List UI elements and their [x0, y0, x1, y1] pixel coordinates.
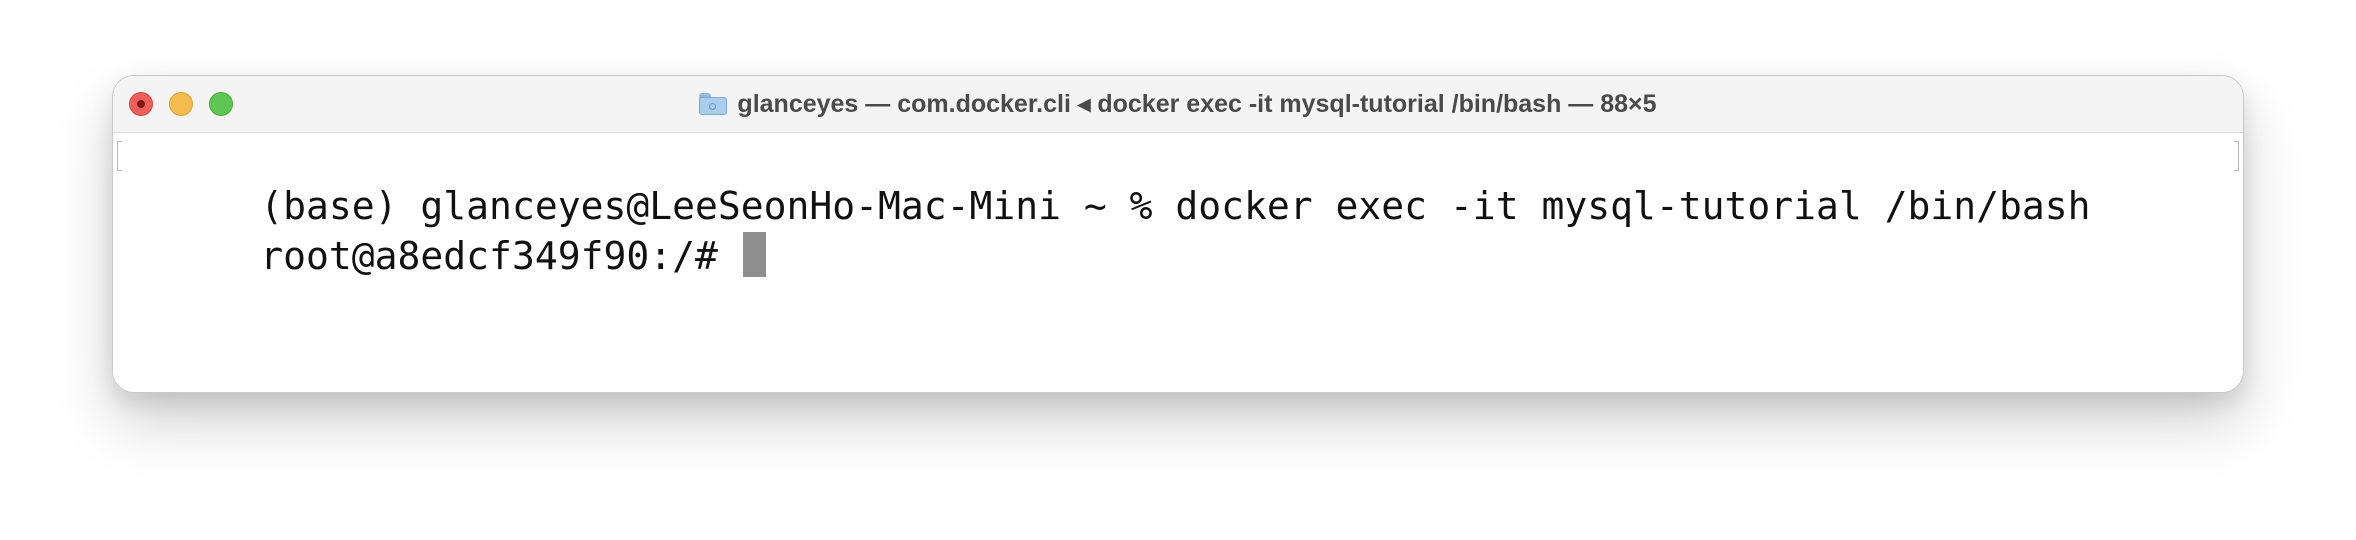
prompt-text: root@a8edcf349f90:/#: [260, 234, 741, 278]
window-title: glanceyes — com.docker.cli ◂ docker exec…: [737, 90, 1657, 118]
left-bracket-marker: [117, 141, 122, 171]
terminal-line: root@a8edcf349f90:/#: [123, 181, 766, 331]
window-title-group: glanceyes — com.docker.cli ◂ docker exec…: [113, 76, 2243, 132]
terminal-content[interactable]: (base) glanceyes@LeeSeonHo-Mac-Mini ~ % …: [113, 133, 2243, 392]
folder-icon: [699, 93, 728, 115]
text-cursor: [742, 232, 766, 277]
terminal-window: glanceyes — com.docker.cli ◂ docker exec…: [112, 75, 2244, 393]
right-bracket-marker: [2234, 141, 2239, 171]
title-bar[interactable]: glanceyes — com.docker.cli ◂ docker exec…: [113, 76, 2243, 133]
